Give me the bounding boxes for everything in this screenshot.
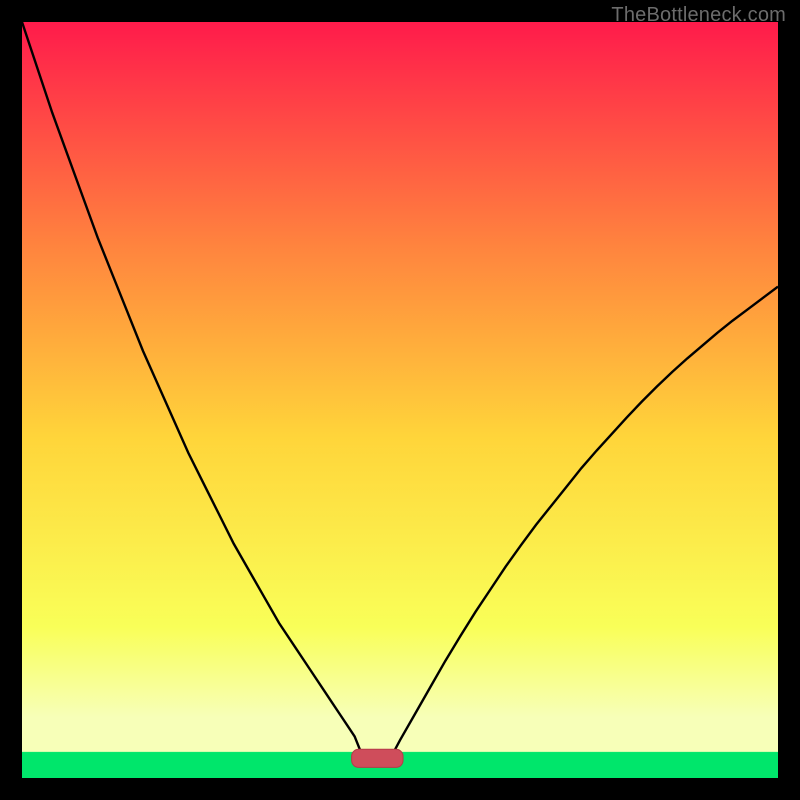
gradient-background — [22, 22, 778, 778]
chart-frame: TheBottleneck.com — [0, 0, 800, 800]
chart-svg — [22, 22, 778, 778]
plot-area — [22, 22, 778, 778]
bottleneck-marker — [352, 749, 403, 767]
